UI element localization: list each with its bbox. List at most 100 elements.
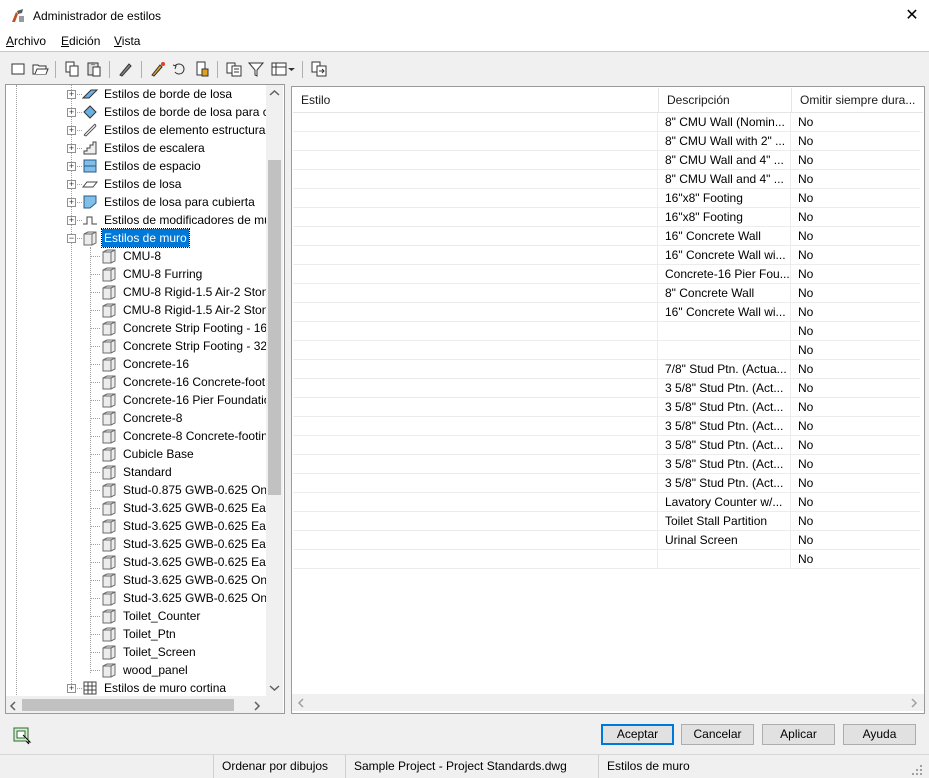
- menu-archivo[interactable]: Archivo: [6, 34, 46, 48]
- column-header-estilo[interactable]: Estilo: [293, 88, 659, 113]
- list-row[interactable]: CMU-8 Rigid-1.5 Air-2 Stone-4 Furring8" …: [293, 170, 920, 189]
- resize-grip-icon[interactable]: [910, 763, 924, 777]
- list-row[interactable]: wood_panelNo: [293, 550, 920, 569]
- expand-icon[interactable]: +: [67, 684, 76, 693]
- paste-icon[interactable]: [85, 60, 103, 78]
- tree-style-item[interactable]: Toilet_Counter: [6, 607, 284, 625]
- list-row[interactable]: Stud-3.625 GWB-0.625 Each Side (1 Hour)3…: [293, 398, 920, 417]
- list-horizontal-scrollbar[interactable]: [292, 694, 924, 711]
- list-row[interactable]: Concrete-88" Concrete WallNo: [293, 284, 920, 303]
- tree-style-item[interactable]: Concrete Strip Footing - 32x: [6, 337, 284, 355]
- tree-style-item[interactable]: Concrete-8 Concrete-footin: [6, 427, 284, 445]
- expand-icon[interactable]: +: [67, 198, 76, 207]
- tree-category-item[interactable]: − Estilos de muro: [6, 228, 284, 248]
- copy-icon[interactable]: [63, 60, 81, 78]
- tree-style-item[interactable]: CMU-8: [6, 247, 284, 265]
- list-row[interactable]: StandardNo: [293, 341, 920, 360]
- tree-category-item[interactable]: + Estilos de borde de losa para cu: [6, 103, 284, 121]
- scroll-left-icon[interactable]: [8, 700, 18, 712]
- tree-style-item[interactable]: CMU-8 Rigid-1.5 Air-2 Ston: [6, 283, 284, 301]
- filter-icon[interactable]: [247, 60, 265, 78]
- expand-icon[interactable]: +: [67, 216, 76, 225]
- tree-style-item[interactable]: Toilet_Ptn: [6, 625, 284, 643]
- dropdown-arrow-icon[interactable]: [287, 60, 296, 78]
- tree-style-item[interactable]: Stud-3.625 GWB-0.625 Each: [6, 553, 284, 571]
- list-row[interactable]: Cubicle BaseNo: [293, 322, 920, 341]
- tree-style-item[interactable]: Cubicle Base: [6, 445, 284, 463]
- edit-style-icon[interactable]: [117, 60, 135, 78]
- list-row[interactable]: Concrete Strip Footing - 16x0816"x8" Foo…: [293, 189, 920, 208]
- list-row[interactable]: Stud-0.875 GWB-0.625 One Side7/8" Stud P…: [293, 360, 920, 379]
- tree-style-item[interactable]: Toilet_Screen: [6, 643, 284, 661]
- list-row[interactable]: CMU-8 Furring8" CMU Wall with 2" ...No: [293, 132, 920, 151]
- tree-horizontal-scroll-thumb[interactable]: [22, 699, 234, 711]
- tree-category-item[interactable]: + Estilos de losa: [6, 175, 284, 193]
- close-button[interactable]: ✕: [895, 0, 929, 31]
- list-row[interactable]: Toilet_CounterLavatory Counter w/...No: [293, 493, 920, 512]
- tree-category-item[interactable]: + Estilos de borde de losa: [6, 85, 284, 103]
- expand-icon[interactable]: +: [67, 108, 76, 117]
- scroll-right-icon[interactable]: [252, 700, 262, 712]
- purge-styles-icon[interactable]: [149, 60, 167, 78]
- list-row[interactable]: Stud-3.625 GWB-0.625 Each Side3 5/8" Stu…: [293, 379, 920, 398]
- list-row[interactable]: Stud-3.625 GWB-0.625 Each Side (Soffit)3…: [293, 436, 920, 455]
- tree-category-item[interactable]: + Estilos de escalera: [6, 139, 284, 157]
- tree-style-item[interactable]: Stud-0.875 GWB-0.625 One: [6, 481, 284, 499]
- tree-style-item[interactable]: Stud-3.625 GWB-0.625 One: [6, 589, 284, 607]
- tree-style-item[interactable]: CMU-8 Furring: [6, 265, 284, 283]
- expand-icon[interactable]: +: [67, 180, 76, 189]
- tree-style-item[interactable]: Concrete Strip Footing - 16x: [6, 319, 284, 337]
- column-header-descripcion[interactable]: Descripción: [659, 88, 792, 113]
- tree-style-item[interactable]: Concrete-8: [6, 409, 284, 427]
- scroll-down-icon[interactable]: [268, 683, 281, 693]
- expand-icon[interactable]: +: [67, 144, 76, 153]
- view-mode-icon[interactable]: [270, 60, 288, 78]
- compare-icon[interactable]: [310, 60, 328, 78]
- cancel-button[interactable]: Cancelar: [681, 724, 754, 745]
- toggle-preview-icon[interactable]: [12, 725, 32, 745]
- ok-button[interactable]: Aceptar: [601, 724, 674, 745]
- list-row[interactable]: Concrete Strip Footing - 32x1616"x8" Foo…: [293, 208, 920, 227]
- tree-category-item[interactable]: + Estilos de losa para cubierta: [6, 193, 284, 211]
- tree-style-item[interactable]: Concrete-16 Pier Foundatio: [6, 391, 284, 409]
- menu-vista[interactable]: Vista: [114, 34, 140, 48]
- expand-icon[interactable]: +: [67, 162, 76, 171]
- list-row[interactable]: CMU-88" CMU Wall (Nomin...No: [293, 113, 920, 132]
- tree-category-item[interactable]: + Estilos de elemento estructural: [6, 121, 284, 139]
- tree-style-item[interactable]: Stud-3.625 GWB-0.625 Each: [6, 535, 284, 553]
- list-row[interactable]: Stud-3.625 GWB-0.625 One Side (1 Hour)3 …: [293, 455, 920, 474]
- tree-style-item[interactable]: Stud-3.625 GWB-0.625 Each: [6, 517, 284, 535]
- collapse-icon[interactable]: −: [67, 234, 76, 243]
- list-row[interactable]: Toilet_PtnToilet Stall PartitionNo: [293, 512, 920, 531]
- list-row[interactable]: Concrete-1616" Concrete WallNo: [293, 227, 920, 246]
- tree-style-item[interactable]: CMU-8 Rigid-1.5 Air-2 Ston: [6, 301, 284, 319]
- column-header-omitir[interactable]: Omitir siempre dura...: [792, 88, 923, 113]
- tree-vertical-scroll-thumb[interactable]: [268, 160, 281, 495]
- tree-style-item[interactable]: Stud-3.625 GWB-0.625 Each: [6, 499, 284, 517]
- list-row[interactable]: Stud-3.625 GWB-0.625 One Side (2 Hour)3 …: [293, 474, 920, 493]
- tree-style-item[interactable]: Concrete-16 Concrete-foot: [6, 373, 284, 391]
- new-drawing-icon[interactable]: [9, 60, 27, 78]
- scroll-up-icon[interactable]: [268, 88, 281, 98]
- list-row[interactable]: Concrete-16 Pier FoundationConcrete-16 P…: [293, 265, 920, 284]
- apply-button[interactable]: Aplicar: [762, 724, 835, 745]
- expand-icon[interactable]: +: [67, 90, 76, 99]
- list-row[interactable]: Toilet_ScreenUrinal ScreenNo: [293, 531, 920, 550]
- expand-icon[interactable]: +: [67, 126, 76, 135]
- tree-category-item[interactable]: + Estilos de modificadores de mu: [6, 211, 284, 229]
- menu-edicion[interactable]: Edición: [61, 34, 100, 48]
- tree-category-item[interactable]: + Estilos de espacio: [6, 157, 284, 175]
- list-row[interactable]: Stud-3.625 GWB-0.625 Each Side (2 Hour)3…: [293, 417, 920, 436]
- list-row[interactable]: Concrete-16 Concrete-footing16" Concrete…: [293, 246, 920, 265]
- style-tree[interactable]: + Estilos de borde de losa + Estilos de bor…: [5, 84, 285, 714]
- set-from-icon[interactable]: [193, 60, 211, 78]
- tree-style-item[interactable]: Stud-3.625 GWB-0.625 One: [6, 571, 284, 589]
- list-row[interactable]: CMU-8 Rigid-1.5 Air-2 Stone-48" CMU Wall…: [293, 151, 920, 170]
- scroll-left-icon[interactable]: [296, 697, 306, 709]
- tree-style-item[interactable]: wood_panel: [6, 661, 284, 679]
- help-button[interactable]: Ayuda: [843, 724, 916, 745]
- tree-style-item[interactable]: Concrete-16: [6, 355, 284, 373]
- tree-category-item[interactable]: + Estilos de muro cortina: [6, 679, 284, 697]
- tree-style-item[interactable]: Standard: [6, 463, 284, 481]
- open-drawing-icon[interactable]: [31, 60, 49, 78]
